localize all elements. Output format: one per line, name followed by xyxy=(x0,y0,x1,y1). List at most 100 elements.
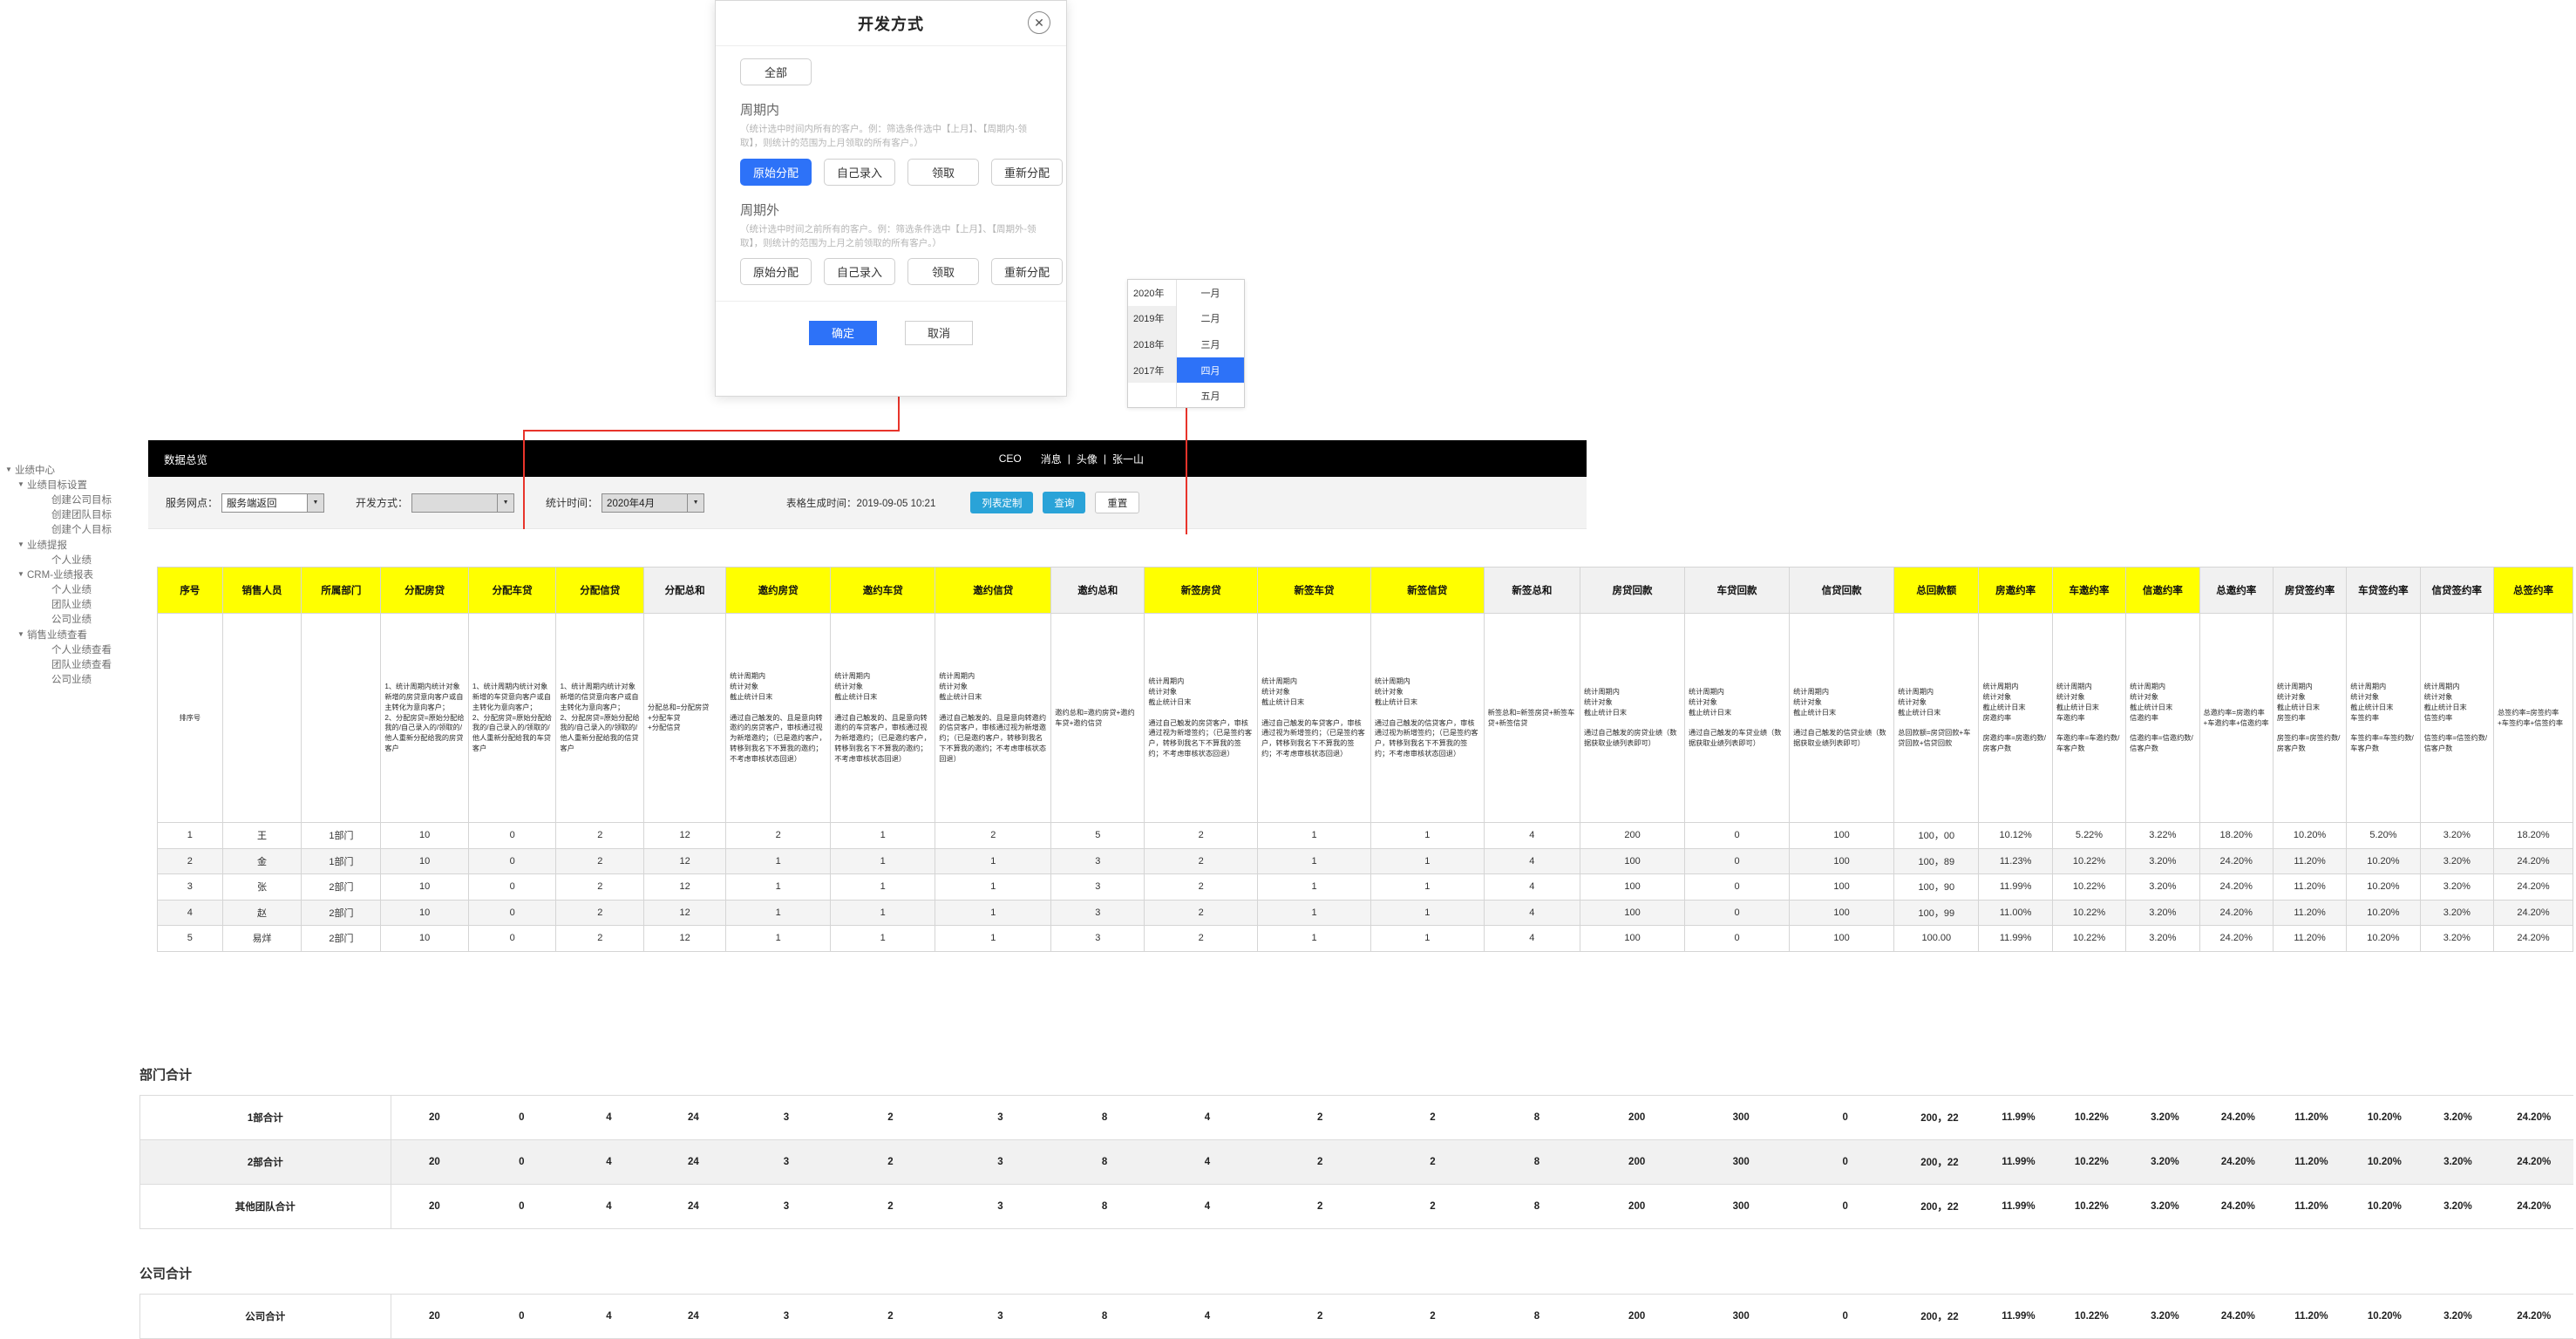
cell-1-16: 0 xyxy=(1684,847,1791,874)
company-summary-cell-0-17: 11.99% xyxy=(1981,1294,2056,1339)
in-period-option-3[interactable]: 重新分配 xyxy=(991,158,1063,186)
cell-2-10: 3 xyxy=(1050,873,1145,901)
chevron-down-icon[interactable]: ▼ xyxy=(5,466,15,473)
sidebar-item-6[interactable]: 个人业绩 xyxy=(0,552,155,567)
cancel-button[interactable]: 取消 xyxy=(905,320,973,345)
cell-3-10: 3 xyxy=(1050,899,1145,926)
column-description-0: 排序号 xyxy=(157,613,223,823)
out-period-option-2[interactable]: 领取 xyxy=(907,258,979,286)
avatar[interactable]: 头像 xyxy=(1077,452,1098,466)
chevron-down-icon[interactable]: ▼ xyxy=(17,480,27,488)
month-option-4[interactable]: 五月 xyxy=(1177,383,1244,409)
stattime-select[interactable]: 2020年4月 ▼ xyxy=(602,493,705,513)
sidebar-item-11[interactable]: ▼ 销售业绩查看 xyxy=(0,627,155,642)
sidebar-item-5[interactable]: ▼ 业绩提报 xyxy=(0,537,155,552)
in-period-option-0[interactable]: 原始分配 xyxy=(740,158,812,186)
table-row[interactable]: 1 王 1部门 10 0 2 12 2 1 2 5 2 1 1 4 200 0 100 100，00 10.12% 5.… xyxy=(157,822,2574,849)
column-header-11[interactable]: 新签房贷 xyxy=(1144,567,1259,614)
sidebar-item-2[interactable]: 创建公司目标 xyxy=(0,492,155,506)
column-header-12[interactable]: 新签车贷 xyxy=(1257,567,1371,614)
sidebar-item-1[interactable]: ▼ 业绩目标设置 xyxy=(0,477,155,492)
chevron-down-icon[interactable]: ▼ xyxy=(17,570,27,578)
year-option-2[interactable]: 2018年 xyxy=(1128,331,1176,357)
column-header-7[interactable]: 邀约房贷 xyxy=(725,567,832,614)
table-row[interactable]: 2 金 1部门 10 0 2 12 1 1 1 3 2 1 1 4 100 0 100 100，89 11.23% 10… xyxy=(157,847,2574,874)
out-period-option-1[interactable]: 自己录入 xyxy=(824,258,895,286)
cell-1-0: 2 xyxy=(157,847,223,874)
in-period-option-2[interactable]: 领取 xyxy=(907,158,979,186)
column-header-26[interactable]: 总签约率 xyxy=(2492,567,2574,614)
column-header-20[interactable]: 车邀约率 xyxy=(2051,567,2127,614)
month-option-2[interactable]: 三月 xyxy=(1177,331,1244,357)
dept-summary-row[interactable]: 2部合计 20 0 4 24 3 2 3 8 4 2 2 8 200 300 0 200，22 11.99% 10.… xyxy=(139,1139,2573,1185)
column-header-14[interactable]: 新签总和 xyxy=(1483,567,1580,614)
year-option-0[interactable]: 2020年 xyxy=(1128,280,1176,306)
year-option-1[interactable]: 2019年 xyxy=(1128,305,1176,332)
out-period-option-0[interactable]: 原始分配 xyxy=(740,258,812,286)
column-header-18[interactable]: 总回款额 xyxy=(1893,567,1980,614)
out-period-option-3[interactable]: 重新分配 xyxy=(991,258,1063,286)
query-button[interactable]: 查询 xyxy=(1043,492,1086,513)
company-summary-cell-0-14: 300 xyxy=(1689,1294,1793,1339)
column-header-25[interactable]: 信贷签约率 xyxy=(2419,567,2494,614)
company-summary-row[interactable]: 公司合计 20 0 4 24 3 2 3 8 4 2 2 8 200 300 0 200，22 11.99% 10.… xyxy=(139,1294,2573,1339)
column-description-9: 统计周期内 统计对象 截止统计日末 通过自己触发的、且是意向转邀约的信贷客户，审… xyxy=(935,613,1052,823)
table-row[interactable]: 3 张 2部门 10 0 2 12 1 1 1 3 2 1 1 4 100 0 100 100，90 11.99% 10… xyxy=(157,873,2574,901)
chevron-down-icon[interactable]: ▼ xyxy=(17,630,27,638)
table-row[interactable]: 4 赵 2部门 10 0 2 12 1 1 1 3 2 1 1 4 100 0 100 100，99 11.00% 10… xyxy=(157,899,2574,926)
month-column: 一月 二月 三月 四月 五月 xyxy=(1177,280,1244,407)
sidebar-item-0[interactable]: ▼ 业绩中心 xyxy=(0,462,155,477)
cell-1-22: 24.20% xyxy=(2199,847,2274,874)
column-header-23[interactable]: 房贷签约率 xyxy=(2272,567,2348,614)
dept-summary-row[interactable]: 1部合计 20 0 4 24 3 2 3 8 4 2 2 8 200 300 0 200，22 11.99% 10.… xyxy=(139,1095,2573,1140)
column-header-24[interactable]: 车贷签约率 xyxy=(2346,567,2421,614)
in-period-option-1[interactable]: 自己录入 xyxy=(824,158,895,186)
column-header-0[interactable]: 序号 xyxy=(157,567,223,614)
sidebar-item-3[interactable]: 创建团队目标 xyxy=(0,507,155,522)
sidebar-item-12[interactable]: 个人业绩查看 xyxy=(0,642,155,656)
sidebar-item-9[interactable]: 团队业绩 xyxy=(0,597,155,612)
year-option-3[interactable]: 2017年 xyxy=(1128,357,1176,384)
column-header-3[interactable]: 分配房贷 xyxy=(380,567,469,614)
column-header-13[interactable]: 新签信贷 xyxy=(1370,567,1485,614)
company-summary-cell-0-16: 200，22 xyxy=(1897,1294,1982,1339)
column-header-19[interactable]: 房邀约率 xyxy=(1978,567,2053,614)
column-header-15[interactable]: 房贷回款 xyxy=(1579,567,1686,614)
reset-button[interactable]: 重置 xyxy=(1095,492,1140,513)
chevron-down-icon[interactable]: ▼ xyxy=(17,540,27,548)
cell-2-17: 100 xyxy=(1789,873,1895,901)
column-header-9[interactable]: 邀约信贷 xyxy=(935,567,1052,614)
dept-summary-cell-2-0: 其他团队合计 xyxy=(139,1184,391,1229)
table-row[interactable]: 5 易烊 2部门 10 0 2 12 1 1 1 3 2 1 1 4 100 0 100 100.00 11.99% 1… xyxy=(157,925,2574,952)
list-custom-button[interactable]: 列表定制 xyxy=(970,492,1034,513)
column-header-21[interactable]: 信邀约率 xyxy=(2125,567,2200,614)
outlet-select[interactable]: 服务端返回 ▼ xyxy=(221,493,325,513)
user-name[interactable]: 张一山 xyxy=(1112,452,1144,466)
devmode-select[interactable]: ▼ xyxy=(411,493,515,513)
column-header-2[interactable]: 所属部门 xyxy=(301,567,382,614)
column-header-8[interactable]: 邀约车贷 xyxy=(830,567,936,614)
month-option-1[interactable]: 二月 xyxy=(1177,306,1244,332)
sidebar-item-7[interactable]: ▼ CRM-业绩报表 xyxy=(0,567,155,581)
close-icon[interactable]: ✕ xyxy=(1028,11,1050,34)
column-header-17[interactable]: 信贷回款 xyxy=(1789,567,1895,614)
sidebar-item-13[interactable]: 团队业绩查看 xyxy=(0,656,155,671)
dept-summary-row[interactable]: 其他团队合计 20 0 4 24 3 2 3 8 4 2 2 8 200 300 0 200，22 11.99% 1… xyxy=(139,1184,2573,1229)
sidebar-item-4[interactable]: 创建个人目标 xyxy=(0,522,155,537)
sidebar-item-10[interactable]: 公司业绩 xyxy=(0,612,155,627)
column-header-10[interactable]: 邀约总和 xyxy=(1050,567,1145,614)
sidebar-item-14[interactable]: 公司业绩 xyxy=(0,672,155,687)
column-header-22[interactable]: 总邀约率 xyxy=(2199,567,2274,614)
all-filter-button[interactable]: 全部 xyxy=(740,58,812,85)
column-header-4[interactable]: 分配车贷 xyxy=(467,567,557,614)
month-option-0[interactable]: 一月 xyxy=(1177,280,1244,306)
month-option-3[interactable]: 四月 xyxy=(1177,357,1244,384)
column-header-1[interactable]: 销售人员 xyxy=(221,567,302,614)
column-header-5[interactable]: 分配信贷 xyxy=(555,567,645,614)
sidebar-item-8[interactable]: 个人业绩 xyxy=(0,582,155,597)
column-header-6[interactable]: 分配总和 xyxy=(643,567,727,614)
confirm-button[interactable]: 确定 xyxy=(809,320,877,345)
column-header-16[interactable]: 车贷回款 xyxy=(1684,567,1791,614)
messages-link[interactable]: 消息 xyxy=(1041,452,1062,466)
table-header-row: 序号 销售人员 所属部门 分配房贷 分配车贷 分配信贷 分配总和 邀约房贷 邀约车贷 邀约信贷 邀约… xyxy=(157,567,2574,614)
